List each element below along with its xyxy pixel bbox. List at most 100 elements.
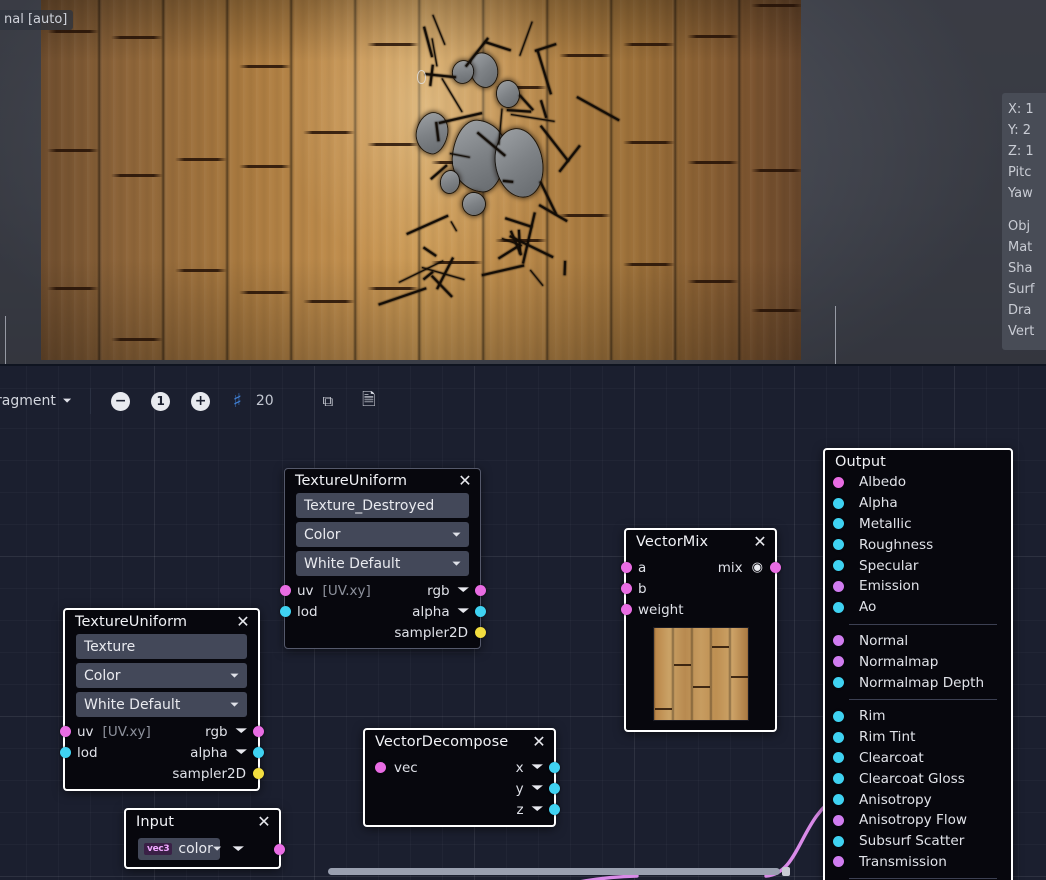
close-icon[interactable]: ✕ [458,473,472,489]
port-in-normalmap-depth[interactable] [833,677,844,688]
port-row-z: z ⏷ [365,799,554,820]
node-texture-uniform[interactable]: TextureUniform ✕ Texture Color ⏷ White D… [63,608,260,791]
port-in-alpha[interactable] [833,498,844,509]
port-label-rim-tint: Rim Tint [859,729,915,745]
scrollbar-thumb[interactable] [328,868,780,875]
port-out-mix[interactable] [770,562,781,573]
port-in-anisotropy-flow[interactable] [833,815,844,826]
node-title-label: Output [835,454,886,470]
port-out-color[interactable] [274,844,285,855]
port-in-albedo[interactable] [833,477,844,488]
close-icon[interactable]: ✕ [236,614,250,630]
port-in-a[interactable] [621,562,632,573]
node-title-bar[interactable]: TextureUniform ✕ [285,469,480,493]
viewport-projection-label: nal [auto] [0,10,73,30]
port-label-roughness: Roughness [859,537,933,553]
port-label-anisotropy-flow: Anisotropy Flow [859,812,967,828]
port-in-uv[interactable] [60,726,71,737]
scrollbar-end-marker[interactable] [782,867,790,876]
node-vector-mix[interactable]: VectorMix ✕ a mix ◉ b [624,528,777,732]
floor-crack [423,247,436,257]
port-out-sampler2d[interactable] [253,768,264,779]
port-in-normal[interactable] [833,635,844,646]
port-out-z[interactable] [549,804,560,815]
horizontal-scrollbar[interactable] [0,864,1046,878]
texture-default-select[interactable]: White Default ⏷ [296,551,469,576]
minus-circle-icon: − [111,392,130,411]
grid-snap-icon[interactable]: ♯ [233,390,242,412]
shader-mode-dropdown[interactable]: ragment ⏷ [0,390,80,412]
port-out-y[interactable] [549,783,560,794]
port-in-metallic[interactable] [833,518,844,529]
info-surface: Surf [1008,279,1046,300]
close-icon[interactable]: ✕ [532,734,546,750]
port-in-roughness[interactable] [833,539,844,550]
node-output[interactable]: Output Albedo Alpha Metallic Roughness S… [823,448,1013,880]
port-in-ao[interactable] [833,602,844,613]
grid-step-value[interactable]: 20 [256,393,308,409]
port-row-ao: Ao [825,597,1011,618]
shader-graph-toolbar[interactable]: ragment ⏷ − 1 + ♯ 20 ⧉ 🗎 [0,384,1046,418]
shader-graph-canvas[interactable]: TextureUniform ✕ Texture_Destroyed Color… [0,418,1046,880]
port-label-y: y [516,781,524,797]
port-in-rim-tint[interactable] [833,732,844,743]
port-in-clearcoat-gloss[interactable] [833,773,844,784]
visual-shader-editor[interactable]: ragment ⏷ − 1 + ♯ 20 ⧉ 🗎 [0,364,1046,880]
node-title-bar[interactable]: Output [825,450,1011,472]
port-label-clearcoat: Clearcoat [859,750,924,766]
texture-name-field[interactable]: Texture_Destroyed [296,493,469,518]
port-in-vec[interactable] [375,762,386,773]
port-in-specular[interactable] [833,560,844,571]
port-in-weight[interactable] [621,604,632,615]
port-label-vec: vec [394,760,418,776]
3d-viewport[interactable]: nal [auto] [0,0,1046,364]
port-label-uv: uv [297,583,314,599]
node-title-bar[interactable]: Input ✕ [126,810,279,834]
texture-name-field[interactable]: Texture [76,634,247,659]
texture-default-select[interactable]: White Default ⏷ [76,692,247,717]
texture-type-select[interactable]: Color ⏷ [76,663,247,688]
close-icon[interactable]: ✕ [753,534,767,550]
floor-crack [520,22,534,56]
port-out-alpha[interactable] [475,606,486,617]
zoom-reset-button[interactable]: 1 [150,390,172,412]
port-out-rgb[interactable] [253,726,264,737]
port-in-subsurf-scatter[interactable] [833,836,844,847]
file-copy-icon[interactable]: 🗎 [358,390,380,412]
viewport-gizmo-icon [417,70,426,84]
eye-icon[interactable]: ◉ [752,560,763,575]
node-title-bar[interactable]: VectorDecompose ✕ [365,730,554,754]
node-title-bar[interactable]: TextureUniform ✕ [65,610,258,634]
updown-stepper-icon[interactable]: ⧉ [317,390,339,412]
port-in-clearcoat[interactable] [833,752,844,763]
zoom-in-button[interactable]: + [190,390,212,412]
port-out-rgb[interactable] [475,585,486,596]
node-vector-decompose[interactable]: VectorDecompose ✕ vec x ⏷ y [363,728,556,827]
info-y: Y: 2 [1008,120,1046,141]
node-texture-uniform-destroyed[interactable]: TextureUniform ✕ Texture_Destroyed Color… [284,468,481,649]
port-out-x[interactable] [549,762,560,773]
port-in-lod[interactable] [60,747,71,758]
port-in-rim[interactable] [833,711,844,722]
zoom-out-button[interactable]: − [110,390,132,412]
close-icon[interactable]: ✕ [257,814,271,830]
node-title-bar[interactable]: VectorMix ✕ [626,530,775,554]
texture-type-value: Color [84,668,121,684]
port-in-emission[interactable] [833,581,844,592]
port-out-sampler2d[interactable] [475,627,486,638]
viewport-tick-right [835,306,836,364]
port-row-lod-alpha: lod alpha ⏷ [65,742,258,763]
port-row-sampler: sampler2D [65,763,258,784]
port-in-uv[interactable] [280,585,291,596]
input-source-select[interactable]: vec3 color ⏷ [138,838,220,860]
floor-crack [498,245,519,259]
texture-type-select[interactable]: Color ⏷ [296,522,469,547]
node-body: a mix ◉ b weight [626,554,775,730]
port-in-anisotropy[interactable] [833,794,844,805]
port-out-alpha[interactable] [253,747,264,758]
port-in-b[interactable] [621,583,632,594]
info-yaw: Yaw [1008,183,1046,204]
node-input[interactable]: Input ✕ vec3 color ⏷ ⏷ [124,808,281,869]
port-in-normalmap[interactable] [833,656,844,667]
port-in-lod[interactable] [280,606,291,617]
